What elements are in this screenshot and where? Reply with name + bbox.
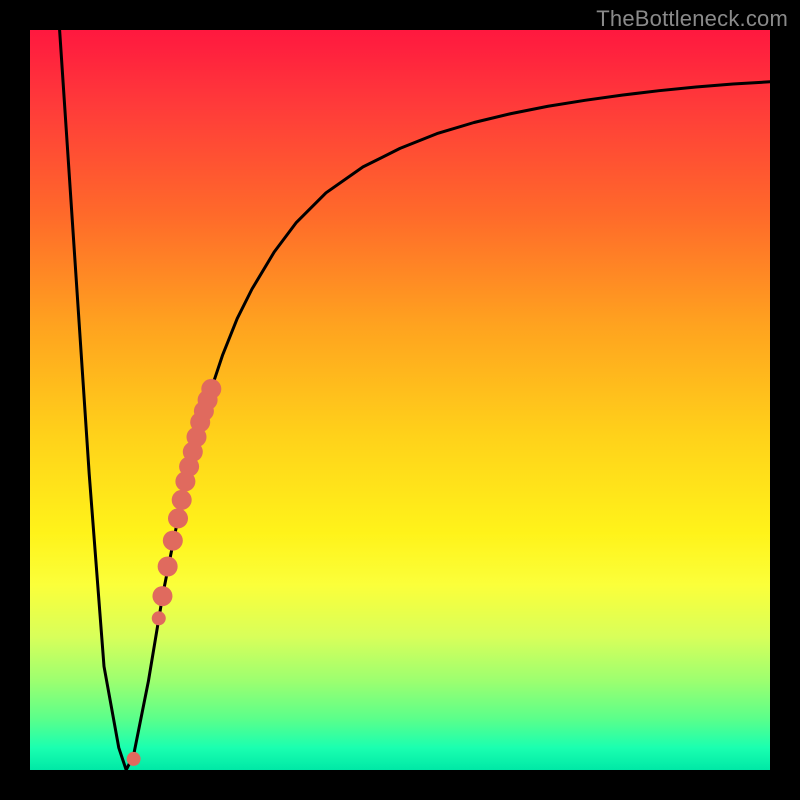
highlight-point: [152, 586, 172, 606]
chart-plot-area: [30, 30, 770, 770]
chart-frame: TheBottleneck.com: [0, 0, 800, 800]
highlight-point: [127, 752, 141, 766]
curve-line: [60, 30, 770, 770]
highlight-point: [152, 611, 166, 625]
highlight-point: [163, 531, 183, 551]
highlight-point: [158, 557, 178, 577]
chart-svg: [30, 30, 770, 770]
highlight-point: [201, 379, 221, 399]
watermark-label: TheBottleneck.com: [596, 6, 788, 32]
highlight-point: [172, 490, 192, 510]
highlight-point: [168, 508, 188, 528]
